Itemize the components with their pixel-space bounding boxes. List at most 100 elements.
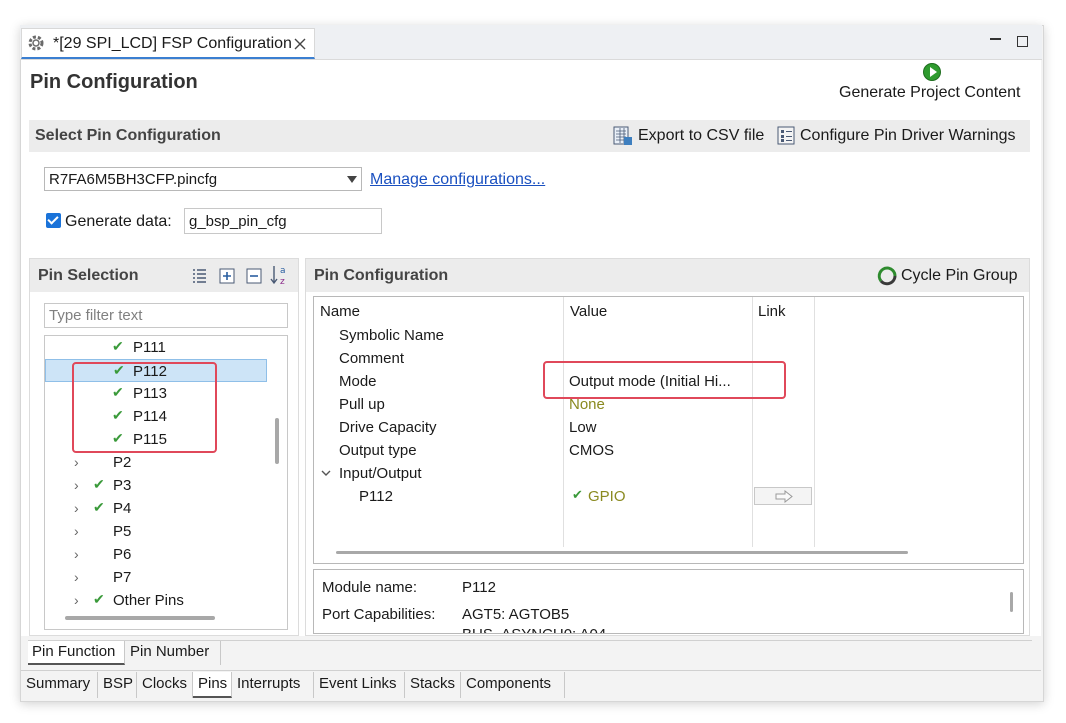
port-capabilities-label: Port Capabilities: bbox=[322, 606, 436, 623]
module-name-label: Module name: bbox=[322, 579, 418, 596]
manage-configurations-link[interactable]: Manage configurations... bbox=[370, 171, 545, 189]
tree-item-label: P2 bbox=[113, 454, 132, 471]
table-row[interactable]: P112 ✔ GPIO bbox=[314, 485, 1023, 508]
row-value[interactable]: CMOS bbox=[569, 442, 614, 459]
cycle-icon bbox=[877, 266, 897, 286]
sort-az-icon[interactable]: a z bbox=[270, 264, 290, 286]
tree-item-p4[interactable]: › ✔ P4 bbox=[45, 497, 267, 520]
info-vertical-scrollbar[interactable] bbox=[1010, 592, 1013, 612]
chevron-right-icon[interactable]: › bbox=[74, 454, 79, 470]
generate-data-label: Generate data: bbox=[65, 213, 172, 230]
port-capabilities-value: AGT5: AGTOB5 bbox=[462, 606, 570, 623]
tree-item-label: P3 bbox=[113, 477, 132, 494]
close-icon[interactable] bbox=[294, 38, 306, 50]
tree-item-p7[interactable]: › P7 bbox=[45, 566, 267, 589]
generate-icon[interactable] bbox=[923, 63, 941, 81]
chevron-right-icon[interactable]: › bbox=[74, 500, 79, 516]
highlight-box-mode bbox=[543, 361, 786, 399]
tree-horizontal-scrollbar[interactable] bbox=[65, 616, 215, 620]
generate-data-value: g_bsp_pin_cfg bbox=[189, 213, 287, 230]
chevron-down-icon[interactable] bbox=[320, 468, 332, 478]
tree-item-p6[interactable]: › P6 bbox=[45, 543, 267, 566]
tree-item-p3[interactable]: › ✔ P3 bbox=[45, 474, 267, 497]
tab-components[interactable]: Components bbox=[461, 672, 565, 698]
expand-all-icon[interactable] bbox=[219, 268, 235, 284]
tab-summary[interactable]: Summary bbox=[21, 672, 98, 698]
tab-stacks[interactable]: Stacks bbox=[405, 672, 461, 698]
tab-clocks[interactable]: Clocks bbox=[137, 672, 193, 698]
check-icon: ✔ bbox=[112, 338, 124, 354]
editor-tab-title: *[29 SPI_LCD] FSP Configuration bbox=[53, 35, 292, 52]
pin-view-tabs: Pin Function Pin Number bbox=[28, 640, 1032, 666]
list-icon[interactable] bbox=[192, 268, 207, 283]
row-name: Symbolic Name bbox=[339, 327, 445, 344]
maximize-icon[interactable] bbox=[1017, 36, 1028, 47]
generate-data-input[interactable]: g_bsp_pin_cfg bbox=[184, 208, 382, 234]
chevron-right-icon[interactable]: › bbox=[74, 477, 79, 493]
chevron-right-icon[interactable]: › bbox=[74, 592, 79, 608]
table-horizontal-scrollbar[interactable] bbox=[336, 551, 908, 554]
collapse-all-icon[interactable] bbox=[246, 268, 262, 284]
module-name-value: P112 bbox=[462, 579, 496, 596]
pin-info-box: Module name: P112 Port Capabilities: AGT… bbox=[313, 569, 1024, 634]
tree-item-label: P7 bbox=[113, 569, 132, 586]
generate-data-checkbox[interactable] bbox=[46, 213, 61, 228]
cycle-pin-group-label: Cycle Pin Group bbox=[901, 267, 1018, 284]
tree-item-label: P111 bbox=[133, 339, 166, 356]
check-icon: ✔ bbox=[93, 476, 105, 492]
chevron-right-icon[interactable]: › bbox=[74, 569, 79, 585]
port-capabilities-value-2: BUS_ASYNCH0: A04 bbox=[462, 626, 606, 633]
check-icon: ✔ bbox=[572, 487, 583, 502]
tab-interrupts[interactable]: Interrupts bbox=[232, 672, 314, 698]
row-value[interactable]: Low bbox=[569, 419, 597, 436]
table-row[interactable]: Input/Output bbox=[314, 462, 1023, 485]
page-title: Pin Configuration bbox=[30, 71, 198, 93]
tree-item-p2[interactable]: › P2 bbox=[45, 451, 267, 474]
filter-placeholder: Type filter text bbox=[49, 307, 143, 324]
pin-config-select[interactable]: R7FA6M5BH3CFP.pincfg bbox=[44, 167, 362, 191]
table-row[interactable]: Drive Capacity Low bbox=[314, 416, 1023, 439]
pin-config-select-value: R7FA6M5BH3CFP.pincfg bbox=[49, 171, 218, 188]
tree-vertical-scrollbar[interactable] bbox=[275, 418, 279, 464]
svg-text:a: a bbox=[280, 266, 286, 276]
tab-bsp[interactable]: BSP bbox=[98, 672, 137, 698]
column-header-name[interactable]: Name bbox=[320, 303, 360, 320]
configure-warnings-icon bbox=[777, 126, 795, 145]
tab-event-links[interactable]: Event Links bbox=[314, 672, 405, 698]
editor-tab[interactable]: *[29 SPI_LCD] FSP Configuration bbox=[21, 28, 315, 59]
tree-item-other-pins[interactable]: › ✔ Other Pins bbox=[45, 589, 267, 612]
export-csv-label: Export to CSV file bbox=[638, 127, 765, 144]
tab-pins[interactable]: Pins bbox=[193, 672, 232, 698]
csv-export-icon bbox=[613, 126, 632, 145]
generate-project-content-button[interactable]: Generate Project Content bbox=[839, 84, 1020, 102]
column-header-link[interactable]: Link bbox=[758, 303, 786, 320]
row-name: Comment bbox=[339, 350, 405, 367]
row-name: Pull up bbox=[339, 396, 385, 413]
tab-pin-function[interactable]: Pin Function bbox=[28, 641, 125, 665]
tree-item-p111[interactable]: ✔ P111 bbox=[45, 336, 267, 359]
tree-item-label: Other Pins bbox=[113, 592, 184, 609]
tree-item-p5[interactable]: › P5 bbox=[45, 520, 267, 543]
minimize-icon[interactable] bbox=[990, 38, 1001, 40]
tab-pin-number[interactable]: Pin Number bbox=[126, 641, 221, 665]
row-name: P112 bbox=[359, 488, 393, 505]
link-button[interactable] bbox=[754, 487, 812, 505]
highlight-box-pins bbox=[72, 362, 217, 453]
filter-input[interactable]: Type filter text bbox=[44, 303, 288, 328]
gear-icon bbox=[28, 35, 44, 51]
configure-pin-warnings-label: Configure Pin Driver Warnings bbox=[800, 127, 1016, 144]
table-row[interactable]: Output type CMOS bbox=[314, 439, 1023, 462]
table-row[interactable]: Symbolic Name bbox=[314, 324, 1023, 347]
pin-selection-title: Pin Selection bbox=[38, 267, 139, 284]
chevron-right-icon[interactable]: › bbox=[74, 546, 79, 562]
row-name: Input/Output bbox=[339, 465, 422, 482]
row-name: Drive Capacity bbox=[339, 419, 437, 436]
pin-config-title: Pin Configuration bbox=[314, 267, 449, 284]
arrow-right-icon bbox=[775, 490, 793, 503]
check-icon: ✔ bbox=[93, 499, 105, 515]
pin-config-table: Name Value Link Symbolic Name Comment Mo… bbox=[313, 296, 1024, 564]
column-header-value[interactable]: Value bbox=[570, 303, 607, 320]
chevron-right-icon[interactable]: › bbox=[74, 523, 79, 539]
row-value[interactable]: GPIO bbox=[588, 488, 626, 505]
section-title: Select Pin Configuration bbox=[35, 127, 221, 144]
